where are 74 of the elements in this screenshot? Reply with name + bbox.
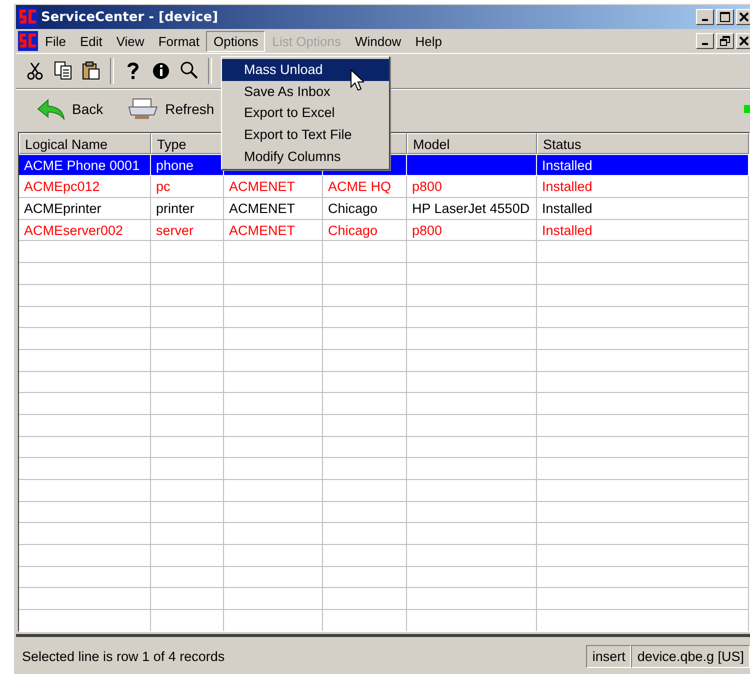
table-cell: Installed [537, 176, 749, 198]
table-cell: Installed [537, 220, 749, 242]
table-cell: ACMENET [224, 220, 323, 242]
menu-option[interactable]: Mass Unload [222, 59, 389, 81]
menu-item[interactable]: Edit [72, 30, 110, 52]
menu-item[interactable]: File [38, 30, 73, 52]
menu-option[interactable]: Export to Text File [222, 124, 389, 146]
table-cell: ACMENET [224, 176, 323, 198]
info-button[interactable] [152, 61, 170, 81]
table-cell: HP LaserJet 4550D [407, 198, 537, 220]
restore-button[interactable] [716, 33, 734, 49]
window-title: ServiceCenter - [device] [41, 10, 218, 24]
search-icon [180, 61, 198, 81]
menu-option[interactable]: Save As Inbox [222, 80, 389, 102]
info-icon [152, 61, 170, 81]
close-button[interactable] [736, 33, 750, 49]
column-header[interactable]: Model [407, 133, 537, 154]
back-button[interactable]: Back [36, 98, 104, 120]
back-arrow-icon [36, 98, 66, 120]
menu-item[interactable]: Help [408, 30, 449, 52]
maximize-button[interactable] [716, 9, 734, 25]
status-mode: insert [586, 644, 632, 668]
minimize-icon [702, 43, 708, 45]
table-cell: Installed [537, 198, 749, 220]
table-cell: ACME Phone 0001 [19, 154, 151, 176]
column-header[interactable]: Status [537, 133, 749, 154]
maximize-icon [720, 12, 730, 22]
paste-button[interactable] [82, 61, 100, 81]
table-cell: p800 [407, 220, 537, 242]
menu-item[interactable]: Format [151, 30, 206, 52]
table-cell: Chicago [323, 198, 407, 220]
cut-button[interactable] [26, 61, 44, 81]
copy-icon [54, 61, 72, 81]
table-cell: printer [151, 198, 224, 220]
printer-icon [127, 97, 160, 121]
logo-icon [18, 31, 38, 51]
menu-option[interactable]: Export to Excel [222, 102, 389, 124]
minimize-button[interactable] [696, 9, 714, 25]
paste-icon [82, 61, 100, 81]
table-row[interactable]: ACMEserver002 server ACMENET Chicago p800 Installed [19, 220, 749, 242]
table-cell: pc [151, 176, 224, 198]
copy-button[interactable] [54, 61, 72, 81]
cut-icon [26, 61, 44, 81]
options-dropdown-menu[interactable]: Mass Unload Save As Inbox Export to Excel Export to Text File Modify Columns [221, 56, 390, 170]
minimize-button[interactable] [696, 33, 714, 49]
search-button[interactable] [180, 61, 198, 81]
table-cell: ACMENET [224, 198, 323, 220]
close-button[interactable] [736, 9, 750, 25]
close-icon [739, 12, 749, 22]
status-form: device.qbe.g [US] [631, 644, 750, 668]
menu-item[interactable]: Options [206, 30, 266, 52]
table-cell: server [151, 220, 224, 242]
logo-icon [18, 7, 38, 27]
table-cell: Chicago [323, 220, 407, 242]
menu-item[interactable]: View [109, 30, 152, 52]
menu-item[interactable]: Window [348, 30, 408, 52]
table-cell: ACME HQ [323, 176, 407, 198]
close-icon [739, 36, 749, 46]
cursor-icon [350, 69, 364, 91]
table-cell: ACMEserver002 [19, 220, 151, 242]
table-row[interactable]: ACMEprinter printer ACMENET Chicago HP LaserJet 4550D Installed [19, 198, 749, 220]
status-light [744, 105, 750, 113]
table-cell: ACMEprinter [19, 198, 151, 220]
refresh-button[interactable]: Refresh [127, 97, 214, 121]
table-cell: Installed [537, 154, 749, 176]
table-row[interactable]: ACMEpc012 pc ACMENET ACME HQ p800 Installed [19, 176, 749, 198]
restore-icon [720, 36, 730, 46]
table-cell: ACMEpc012 [19, 176, 151, 198]
status-message: Selected line is row 1 of 4 records [22, 648, 225, 664]
column-header[interactable]: Type [151, 133, 224, 154]
column-header[interactable]: Logical Name [19, 133, 151, 154]
menu-option[interactable]: Modify Columns [222, 145, 389, 167]
table-cell: p800 [407, 176, 537, 198]
minimize-icon [702, 19, 708, 21]
